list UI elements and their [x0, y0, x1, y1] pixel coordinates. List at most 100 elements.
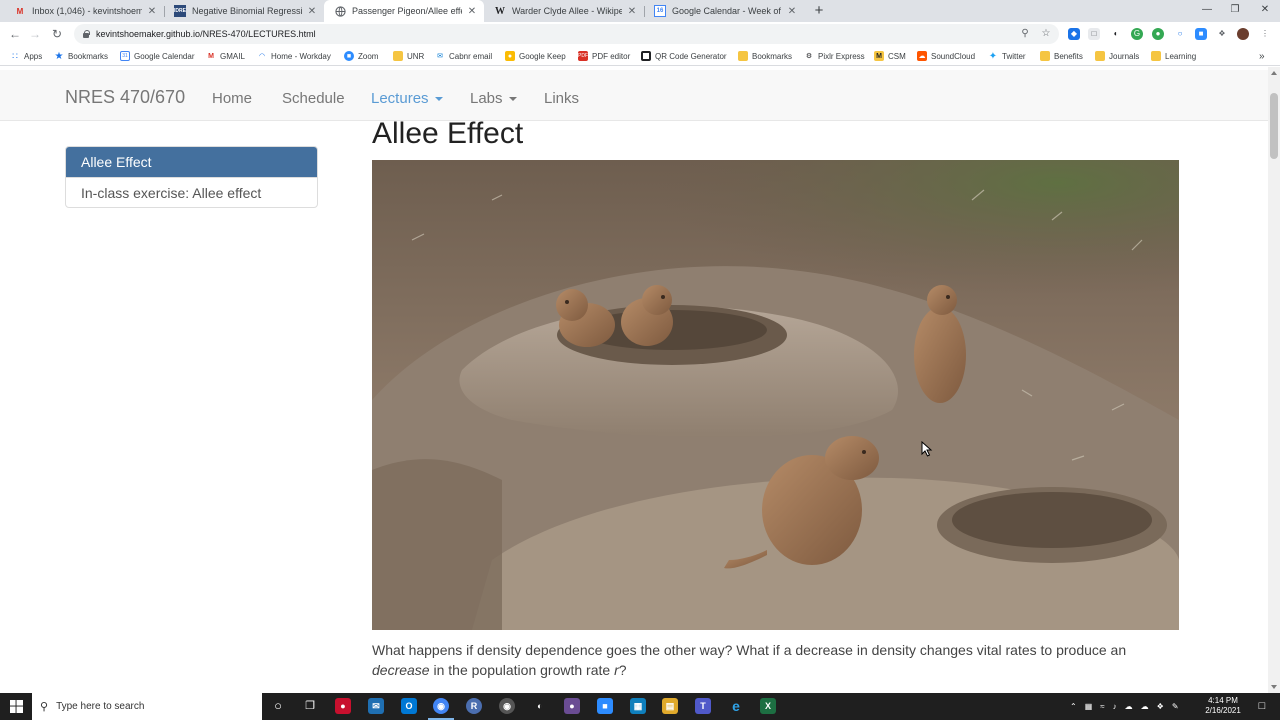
- nav-schedule[interactable]: Schedule: [282, 90, 345, 107]
- scrollbar-thumb[interactable]: [1270, 93, 1278, 159]
- bookmark-cabnr-email[interactable]: ✉ Cabnr email: [435, 46, 492, 66]
- bookmark-benefits[interactable]: Benefits: [1040, 46, 1083, 66]
- page-scrollbar[interactable]: [1268, 67, 1280, 693]
- extension-icon[interactable]: ○: [1174, 28, 1186, 40]
- toc-item-allee-effect[interactable]: Allee Effect: [66, 147, 317, 177]
- nav-lectures[interactable]: Lectures: [371, 90, 443, 107]
- wifi-icon[interactable]: ≈: [1100, 702, 1104, 711]
- windows-start-icon[interactable]: [0, 693, 32, 720]
- bookmark-qr-code[interactable]: QR Code Generator: [641, 46, 727, 66]
- bookmark-bookmarks-folder[interactable]: Bookmarks: [738, 46, 792, 66]
- taskbar-search-input[interactable]: ⚲ Type here to search: [32, 693, 262, 720]
- tray-chevron-icon[interactable]: ⌃: [1070, 702, 1077, 711]
- security-icon[interactable]: ●: [564, 698, 580, 714]
- edge-icon[interactable]: e: [728, 698, 744, 714]
- nav-links[interactable]: Links: [544, 90, 579, 107]
- bookmark-label: Bookmarks: [68, 51, 109, 61]
- mail-app-icon[interactable]: ✉: [368, 698, 384, 714]
- gmail-icon: M: [208, 52, 214, 60]
- bookmark-workday[interactable]: ◠ Home - Workday: [257, 46, 331, 66]
- bookmark-twitter[interactable]: ✦ Twitter: [988, 46, 1026, 66]
- close-tab-icon[interactable]: ✕: [786, 6, 798, 17]
- back-icon[interactable]: ←: [6, 25, 24, 43]
- app-icon[interactable]: ▦: [630, 698, 646, 714]
- task-view-icon[interactable]: ❐: [302, 698, 318, 714]
- paragraph-text: What happens if density dependence goes …: [372, 642, 1127, 658]
- nav-home[interactable]: Home: [212, 90, 252, 107]
- reload-icon[interactable]: ↻: [48, 25, 66, 43]
- app-icon[interactable]: ●: [335, 698, 351, 714]
- chrome-icon[interactable]: ◉: [433, 698, 449, 714]
- bookmark-pixlr[interactable]: ⚙ Pixlr Express: [804, 46, 865, 66]
- more-bookmarks-icon[interactable]: »: [1259, 46, 1265, 66]
- bookmark-csm[interactable]: M CSM: [874, 46, 906, 66]
- extension-icon[interactable]: ◆: [1068, 28, 1080, 40]
- bookmark-journals[interactable]: Journals: [1095, 46, 1139, 66]
- minimize-icon[interactable]: —: [1192, 0, 1222, 22]
- onedrive-icon[interactable]: ☁: [1125, 702, 1133, 711]
- extension-icon[interactable]: ◐: [1110, 28, 1122, 40]
- zoom-extension-icon[interactable]: ■: [1195, 28, 1207, 40]
- zoom-icon[interactable]: ⚲: [1019, 28, 1031, 40]
- tab-wikipedia[interactable]: W Warder Clyde Allee - Wikipedia ✕: [484, 0, 644, 22]
- wikipedia-icon: W: [495, 5, 505, 17]
- scroll-down-icon[interactable]: [1271, 685, 1277, 689]
- paragraph-text: in the population growth rate: [429, 662, 615, 678]
- notifications-icon[interactable]: □: [1254, 698, 1270, 714]
- tray-app-icon[interactable]: ▦: [1085, 702, 1093, 711]
- bookmark-learning[interactable]: Learning: [1151, 46, 1196, 66]
- outlook-icon[interactable]: O: [401, 698, 417, 714]
- zoom-app-icon[interactable]: ■: [597, 698, 613, 714]
- close-tab-icon[interactable]: ✕: [146, 6, 158, 17]
- maximize-icon[interactable]: ❐: [1220, 0, 1250, 22]
- bookmark-google-calendar[interactable]: 31 Google Calendar: [120, 46, 194, 66]
- bookmark-apps[interactable]: ∷ Apps: [10, 46, 42, 66]
- dropbox-icon[interactable]: ❖: [1157, 702, 1164, 711]
- toc-item-in-class-exercise[interactable]: In-class exercise: Allee effect: [66, 177, 317, 207]
- taskbar-clock[interactable]: 4:14 PM 2/16/2021: [1198, 696, 1248, 716]
- tab-google-calendar[interactable]: 16 Google Calendar - Week of Febr ✕: [644, 0, 804, 22]
- gmail-icon: M: [16, 6, 24, 16]
- forward-icon[interactable]: →: [26, 25, 44, 43]
- tab-gmail[interactable]: M Inbox (1,046) - kevintshoemaker ✕: [4, 0, 164, 22]
- bookmark-star-icon[interactable]: ☆: [1040, 28, 1052, 40]
- bookmark-unr[interactable]: UNR: [393, 46, 424, 66]
- extensions-puzzle-icon[interactable]: ❖: [1216, 28, 1228, 40]
- tab-passenger-pigeon[interactable]: Passenger Pigeon/Allee effect ✕: [324, 0, 484, 22]
- globe-icon: [334, 5, 346, 17]
- bookmark-zoom[interactable]: ■ Zoom: [344, 46, 378, 66]
- close-window-icon[interactable]: ✕: [1250, 0, 1280, 22]
- teams-icon[interactable]: T: [695, 698, 711, 714]
- pen-icon[interactable]: ✎: [1172, 702, 1179, 711]
- close-tab-icon[interactable]: ✕: [466, 6, 478, 17]
- close-tab-icon[interactable]: ✕: [626, 6, 638, 17]
- nav-labs[interactable]: Labs: [470, 90, 517, 107]
- volume-icon[interactable]: ♪: [1113, 702, 1117, 711]
- bookmark-bookmarks[interactable]: ★ Bookmarks: [54, 46, 109, 66]
- scroll-up-icon[interactable]: [1271, 71, 1277, 75]
- bookmark-soundcloud[interactable]: ☁ SoundCloud: [917, 46, 975, 66]
- menu-icon[interactable]: ⋮: [1259, 28, 1271, 40]
- onedrive-icon[interactable]: ☁: [1141, 702, 1149, 711]
- excel-icon[interactable]: X: [760, 698, 776, 714]
- file-explorer-icon[interactable]: ▤: [662, 698, 678, 714]
- avatar[interactable]: [1237, 28, 1249, 40]
- close-tab-icon[interactable]: ✕: [306, 6, 318, 17]
- address-bar[interactable]: kevintshoemaker.github.io/NRES-470/LECTU…: [74, 24, 1059, 44]
- apps-grid-icon: ∷: [12, 50, 18, 61]
- bookmark-pdf-editor[interactable]: PDF PDF editor: [578, 46, 630, 66]
- rstudio-icon[interactable]: R: [466, 698, 482, 714]
- app-icon[interactable]: ◐: [532, 698, 548, 714]
- extension-icon[interactable]: ●: [1152, 28, 1164, 40]
- obs-icon[interactable]: ◉: [499, 698, 515, 714]
- grammarly-icon[interactable]: G: [1131, 28, 1143, 40]
- bookmark-label: Bookmarks: [752, 51, 793, 61]
- tab-negative-binomial[interactable]: IDRE Negative Binomial Regression | R ✕: [164, 0, 324, 22]
- bookmark-label: UNR: [407, 51, 425, 61]
- new-tab-button[interactable]: +: [810, 1, 828, 21]
- bookmark-google-keep[interactable]: ● Google Keep: [505, 46, 566, 66]
- cortana-icon[interactable]: ○: [270, 698, 286, 714]
- bookmark-gmail[interactable]: M GMAIL: [206, 46, 245, 66]
- extension-icon[interactable]: □: [1088, 28, 1100, 40]
- site-brand[interactable]: NRES 470/670: [65, 87, 185, 108]
